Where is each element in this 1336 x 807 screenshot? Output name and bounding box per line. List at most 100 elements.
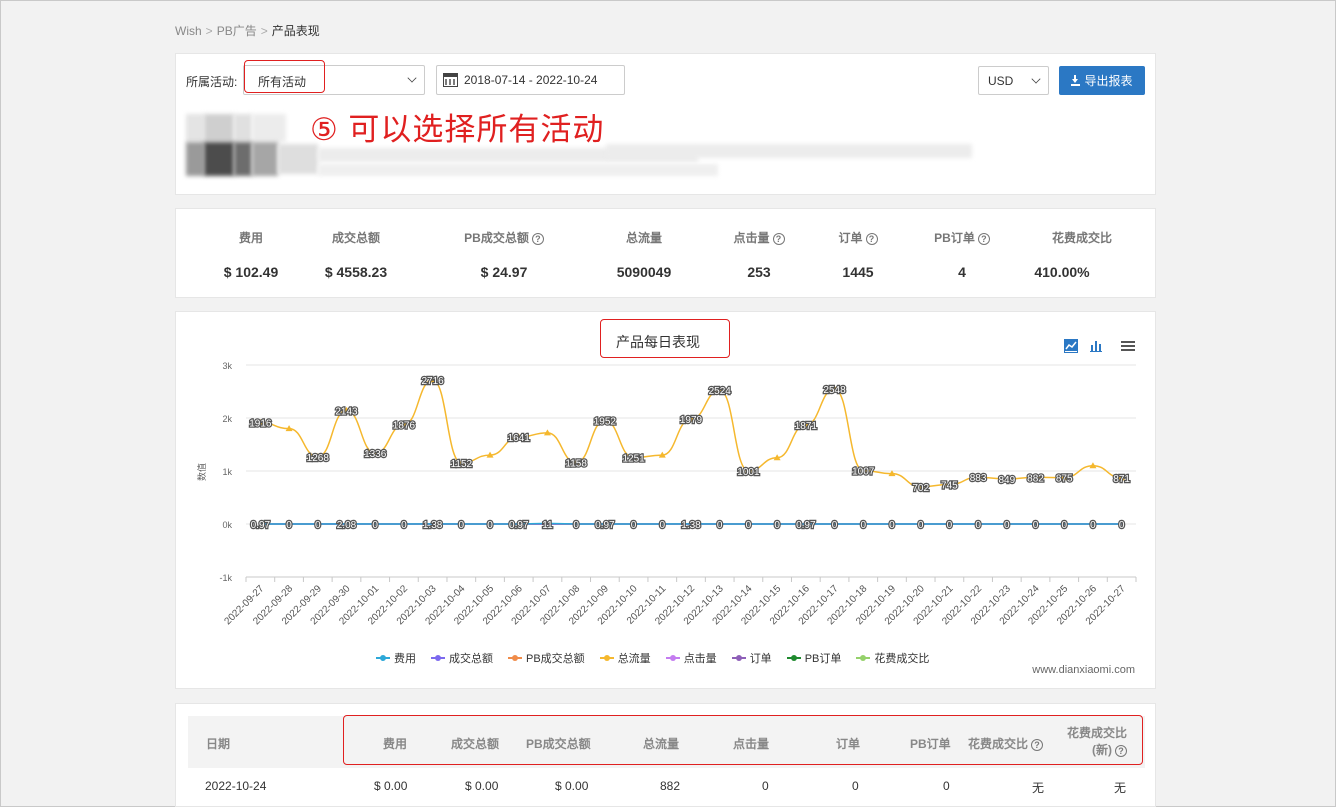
- data-label-zero: 0: [487, 520, 493, 531]
- legend-label: PB订单: [804, 653, 842, 665]
- data-label-zero: 0: [860, 520, 866, 531]
- legend-item[interactable]: 总流量: [599, 650, 651, 666]
- date-range-picker[interactable]: 2018-07-14 - 2022-10-24: [436, 65, 625, 95]
- stat-value: 5090049: [616, 264, 672, 280]
- line-chart-plot: -1k0k1k2k3k数值2022-09-272022-09-282022-09…: [196, 361, 1137, 627]
- breadcrumb-item-pb[interactable]: PB广告: [217, 24, 257, 38]
- data-label-zero: 1.38: [423, 520, 443, 531]
- legend-item[interactable]: 费用: [376, 650, 416, 666]
- currency-select[interactable]: USD: [978, 66, 1049, 95]
- data-label-traffic: 2524: [709, 386, 732, 397]
- export-report-button[interactable]: 导出报表: [1059, 66, 1145, 95]
- cell-gmv: $ 0.00: [465, 779, 499, 793]
- legend-symbol-icon: [731, 655, 746, 661]
- data-label-traffic: 1158: [565, 459, 587, 470]
- daily-table: 日期 费用 成交总额 PB成交总额 总流量 点击量 订单 PB订单 花费成交比?…: [175, 703, 1156, 807]
- stat-title: PB订单: [934, 231, 975, 245]
- data-label-zero: 0: [1004, 520, 1010, 531]
- data-label-zero: 0.97: [796, 520, 816, 531]
- legend-item[interactable]: PB订单: [786, 650, 842, 666]
- stat-title: 点击量: [733, 231, 770, 245]
- cell-clicks: 0: [762, 779, 769, 793]
- chevron-down-icon: [1031, 74, 1041, 84]
- stat-title: 成交总额: [331, 231, 380, 245]
- stat-title: 总流量: [625, 231, 662, 245]
- data-label-zero: 0: [631, 520, 637, 531]
- data-label-traffic: 1641: [508, 433, 531, 444]
- stat-title: 费用: [238, 231, 263, 245]
- legend-label: 费用: [394, 653, 416, 665]
- stat-pb-gmv: PB成交总额? $ 24.97: [444, 229, 564, 280]
- stat-value: $ 102.49: [223, 264, 279, 280]
- data-label-zero: 0: [947, 520, 953, 531]
- cell-cost-ratio-new: 无: [1114, 781, 1127, 795]
- y-tick-label: 1k: [222, 467, 232, 477]
- stat-value: 410.00%: [1034, 264, 1090, 280]
- data-label-traffic: 1916: [249, 418, 272, 429]
- legend-symbol-icon: [508, 655, 522, 661]
- help-icon[interactable]: ?: [531, 233, 544, 245]
- cell-pb-orders: 0: [943, 779, 950, 793]
- y-tick-label: -1k: [219, 573, 232, 583]
- annotation-text: ⑤ 可以选择所有活动: [310, 112, 605, 147]
- legend-item[interactable]: 点击量: [665, 650, 717, 666]
- data-label-zero: 0: [746, 520, 752, 531]
- chart-watermark: www.dianxiaomi.com: [1032, 664, 1135, 676]
- data-label-zero: 11: [542, 520, 553, 531]
- date-range-value: 2018-07-14 - 2022-10-24: [464, 73, 598, 87]
- y-tick-label: 2k: [222, 414, 232, 424]
- data-label-zero: 0: [1033, 520, 1039, 531]
- data-label-traffic: 745: [941, 481, 958, 492]
- data-label-zero: 0: [660, 520, 666, 531]
- data-label-zero: 0: [918, 520, 924, 531]
- breadcrumb-item-wish[interactable]: Wish: [175, 24, 202, 38]
- legend-item[interactable]: 成交总额: [431, 650, 493, 666]
- chevron-down-icon: [407, 73, 417, 83]
- stat-orders: 订单? 1445: [798, 229, 918, 280]
- legend-item[interactable]: 订单: [731, 650, 772, 666]
- data-label-traffic: 702: [912, 483, 929, 494]
- stat-value: $ 24.97: [480, 264, 528, 280]
- data-label-zero: 1.38: [681, 520, 701, 531]
- cell-cost-ratio: 无: [1032, 781, 1045, 795]
- data-label-zero: 0.97: [595, 520, 615, 531]
- data-label-zero: 2.08: [337, 520, 357, 531]
- stat-cost-ratio: 花费成交比 410.00%: [1022, 229, 1142, 280]
- y-tick-label: 3k: [222, 361, 232, 371]
- stat-value: 1445: [842, 264, 874, 280]
- data-label-zero: 0.97: [509, 520, 529, 531]
- data-label-zero: 0.97: [251, 520, 271, 531]
- legend-label: PB成交总额: [526, 653, 585, 665]
- filter-panel: 所属活动: 所有活动 2018-07-14 - 2022-10-24 USD 导…: [175, 53, 1156, 195]
- data-label-traffic: 1007: [852, 467, 875, 478]
- legend-item[interactable]: 花费成交比: [856, 650, 929, 666]
- stat-value: $ 4558.23: [324, 264, 388, 280]
- help-icon[interactable]: ?: [772, 233, 785, 245]
- y-tick-label: 0k: [222, 520, 232, 530]
- help-icon[interactable]: ?: [977, 233, 990, 245]
- cell-date: 2022-10-24: [205, 779, 267, 793]
- data-label-traffic: 1876: [393, 421, 416, 432]
- data-label-traffic: 1001: [737, 467, 760, 478]
- data-label-traffic: 2716: [421, 376, 444, 387]
- legend-symbol-icon: [431, 655, 445, 661]
- stat-traffic: 总流量 5090049: [584, 229, 704, 280]
- data-label-traffic: 882: [1027, 473, 1044, 484]
- legend-symbol-icon: [786, 655, 801, 661]
- data-label-traffic: 1251: [622, 454, 645, 465]
- legend-label: 总流量: [617, 653, 651, 665]
- data-label-zero: 0: [315, 520, 321, 531]
- data-label-traffic: 1952: [594, 417, 617, 428]
- data-label-traffic: 1336: [364, 449, 387, 460]
- currency-value: USD: [988, 74, 1014, 88]
- data-label-zero: 0: [832, 520, 838, 531]
- help-icon[interactable]: ?: [865, 233, 878, 245]
- breadcrumb: Wish > PB广告 > 产品表现: [175, 22, 320, 39]
- stat-title: 花费成交比: [1051, 231, 1112, 245]
- data-label-traffic: 1871: [795, 421, 818, 432]
- legend-item[interactable]: PB成交总额: [508, 650, 585, 666]
- export-label: 导出报表: [1084, 74, 1133, 88]
- legend-symbol-icon: [856, 655, 871, 661]
- legend-symbol-icon: [376, 655, 390, 661]
- legend-label: 花费成交比: [874, 653, 930, 665]
